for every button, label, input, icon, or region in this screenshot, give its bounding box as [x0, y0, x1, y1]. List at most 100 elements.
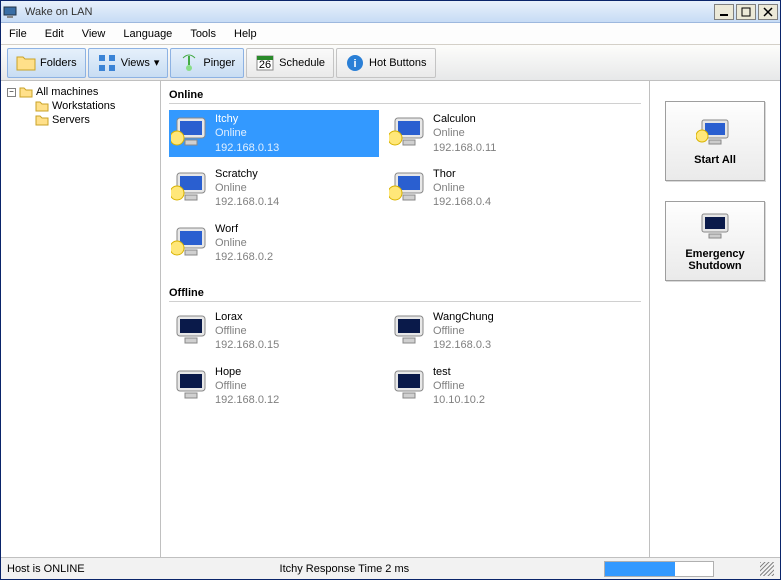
start-all-button[interactable]: Start All: [665, 101, 765, 181]
host-ip: 192.168.0.14: [215, 195, 279, 209]
host-status: Online: [433, 126, 496, 140]
host-item[interactable]: ScratchyOnline192.168.0.14: [169, 165, 379, 212]
host-name: Lorax: [215, 310, 279, 324]
emergency-shutdown-button[interactable]: Emergency Shutdown: [665, 201, 765, 281]
tree-child-label: Workstations: [52, 100, 115, 112]
monitor-off-icon: [696, 210, 734, 244]
host-item[interactable]: testOffline10.10.10.2: [387, 363, 597, 410]
toolbar-pinger-label: Pinger: [203, 57, 235, 69]
group-header-offline: Offline: [169, 285, 641, 302]
host-status: Online: [215, 181, 279, 195]
close-button[interactable]: [758, 4, 778, 20]
host-item[interactable]: WorfOnline192.168.0.2: [169, 220, 379, 267]
window-title: Wake on LAN: [21, 6, 712, 18]
title-bar: Wake on LAN: [1, 1, 780, 23]
toolbar-pinger-button[interactable]: Pinger: [170, 48, 244, 78]
status-host-state: Host is ONLINE: [7, 563, 85, 575]
host-item[interactable]: CalculonOnline192.168.0.11: [387, 110, 597, 157]
menu-tools[interactable]: Tools: [190, 28, 216, 40]
start-all-label: Start All: [694, 154, 736, 166]
toolbar-hotbuttons-button[interactable]: i Hot Buttons: [336, 48, 435, 78]
menu-help[interactable]: Help: [234, 28, 257, 40]
action-panel: Start All Emergency Shutdown: [650, 81, 780, 557]
toolbar-folders-label: Folders: [40, 57, 77, 69]
host-name: Scratchy: [215, 167, 279, 181]
pinger-icon: [179, 53, 199, 73]
views-icon: [97, 53, 117, 73]
maximize-button[interactable]: [736, 4, 756, 20]
host-name: Calculon: [433, 112, 496, 126]
host-status: Offline: [215, 379, 279, 393]
status-bar: Host is ONLINE Itchy Response Time 2 ms: [1, 557, 780, 579]
host-ip: 192.168.0.13: [215, 141, 279, 155]
toolbar-schedule-button[interactable]: 26 Schedule: [246, 48, 334, 78]
monitor-off-icon: [171, 369, 209, 403]
monitor-on-icon: [171, 226, 209, 260]
folder-icon: [16, 53, 36, 73]
menu-file[interactable]: File: [9, 28, 27, 40]
host-item[interactable]: WangChungOffline192.168.0.3: [387, 308, 597, 355]
host-name: WangChung: [433, 310, 494, 324]
host-ip: 10.10.10.2: [433, 393, 485, 407]
toolbar-views-label: Views: [121, 57, 150, 69]
main-pane: Online ItchyOnline192.168.0.13CalculonOn…: [161, 81, 780, 557]
monitor-on-icon: [171, 116, 209, 150]
host-status: Online: [215, 126, 279, 140]
host-ip: 192.168.0.2: [215, 250, 273, 264]
tree-child-label: Servers: [52, 114, 90, 126]
status-progress: [604, 561, 714, 577]
host-ip: 192.168.0.4: [433, 195, 491, 209]
toolbar-views-button[interactable]: Views ▾: [88, 48, 169, 78]
host-item[interactable]: LoraxOffline192.168.0.15: [169, 308, 379, 355]
svg-text:26: 26: [259, 59, 271, 71]
folder-icon: [19, 86, 33, 98]
host-status: Online: [215, 236, 273, 250]
host-name: test: [433, 365, 485, 379]
monitor-on-icon: [171, 171, 209, 205]
emergency-shutdown-label: Emergency Shutdown: [666, 248, 764, 272]
machine-tree: − All machines Workstations Servers: [1, 81, 161, 557]
monitor-off-icon: [389, 369, 427, 403]
tree-child-workstations[interactable]: Workstations: [3, 99, 158, 113]
host-name: Hope: [215, 365, 279, 379]
monitor-off-icon: [171, 314, 209, 348]
host-item[interactable]: HopeOffline192.168.0.12: [169, 363, 379, 410]
host-status: Offline: [433, 379, 485, 393]
tree-child-servers[interactable]: Servers: [3, 113, 158, 127]
host-item[interactable]: ThorOnline192.168.0.4: [387, 165, 597, 212]
toolbar-folders-button[interactable]: Folders: [7, 48, 86, 78]
toolbar-hotbuttons-label: Hot Buttons: [369, 57, 426, 69]
monitor-on-icon: [389, 171, 427, 205]
workspace: − All machines Workstations Servers Onli…: [1, 81, 780, 557]
menu-view[interactable]: View: [82, 28, 106, 40]
group-header-online: Online: [169, 87, 641, 104]
status-ping: Itchy Response Time 2 ms: [280, 563, 410, 575]
menu-edit[interactable]: Edit: [45, 28, 64, 40]
host-item[interactable]: ItchyOnline192.168.0.13: [169, 110, 379, 157]
tree-root[interactable]: − All machines: [3, 85, 158, 99]
folder-icon: [35, 100, 49, 112]
minimize-button[interactable]: [714, 4, 734, 20]
monitor-on-icon: [389, 116, 427, 150]
toolbar-schedule-label: Schedule: [279, 57, 325, 69]
info-icon: i: [345, 53, 365, 73]
host-ip: 192.168.0.11: [433, 141, 496, 155]
host-status: Offline: [433, 324, 494, 338]
folder-icon: [35, 114, 49, 126]
tree-root-label: All machines: [36, 86, 98, 98]
host-ip: 192.168.0.12: [215, 393, 279, 407]
svg-text:i: i: [354, 58, 357, 70]
resize-grip-icon[interactable]: [760, 562, 774, 576]
tree-collapse-icon[interactable]: −: [7, 88, 16, 97]
host-list: Online ItchyOnline192.168.0.13CalculonOn…: [161, 81, 650, 557]
monitor-on-icon: [696, 116, 734, 150]
menu-language[interactable]: Language: [123, 28, 172, 40]
app-icon: [3, 5, 17, 19]
monitor-off-icon: [389, 314, 427, 348]
menu-bar: File Edit View Language Tools Help: [1, 23, 780, 45]
calendar-icon: 26: [255, 53, 275, 73]
host-name: Thor: [433, 167, 491, 181]
chevron-down-icon: ▾: [154, 56, 160, 69]
host-ip: 192.168.0.15: [215, 338, 279, 352]
host-ip: 192.168.0.3: [433, 338, 494, 352]
